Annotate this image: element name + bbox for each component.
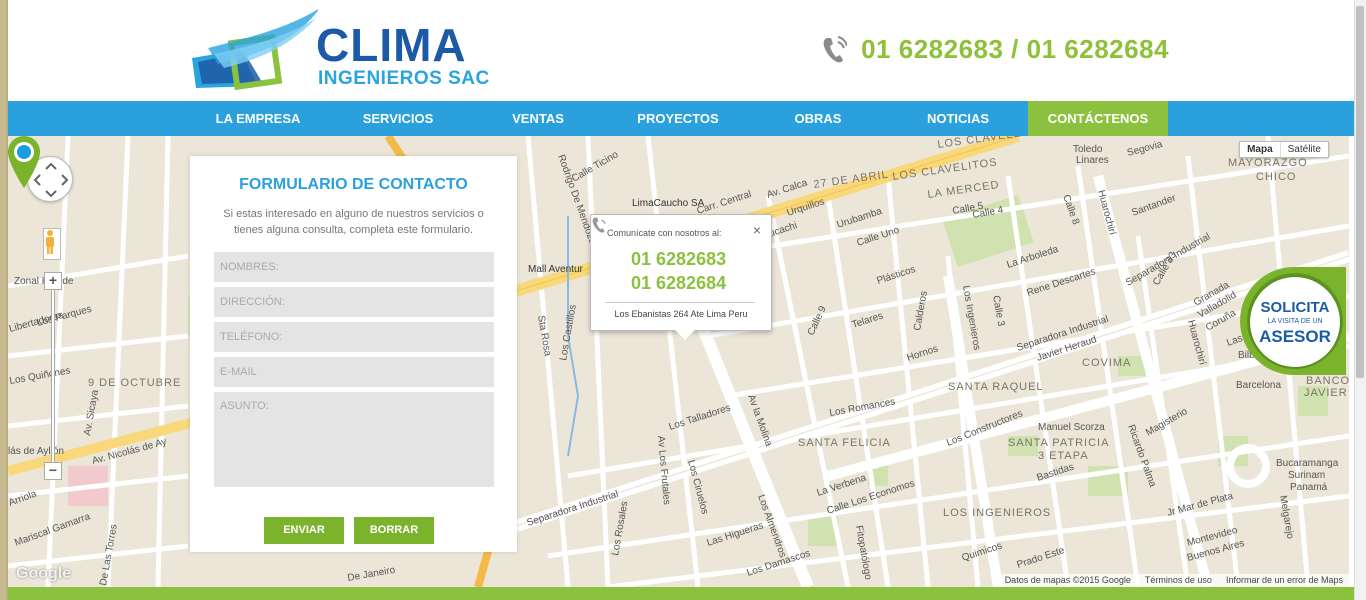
map-label: CHICO <box>1256 171 1296 183</box>
logo-mark-icon <box>192 9 318 91</box>
map-label: Santander <box>1130 192 1178 218</box>
close-icon[interactable]: × <box>753 222 761 238</box>
contact-form: FORMULARIO DE CONTACTO Si estas interesa… <box>190 156 517 552</box>
map-label: COVIMA <box>1082 357 1131 369</box>
phone-icon <box>823 35 848 62</box>
map-terms-link[interactable]: Términos de uso <box>1145 575 1212 586</box>
map-label: Huarochirí <box>1095 189 1118 237</box>
map-data-credit: Datos de mapas ©2015 Google <box>1004 575 1131 585</box>
form-description: Si estas interesado en alguno de nuestro… <box>223 208 484 236</box>
zoom-control: + − <box>44 272 62 490</box>
info-window-phone-1: 01 6282683 <box>631 249 727 269</box>
map-label: Sta Rosa <box>535 315 553 358</box>
name-field[interactable]: NOMBRES: <box>214 252 494 282</box>
map-label: Telares <box>851 310 885 330</box>
map-label: Av Los Frutales <box>655 435 672 505</box>
google-logo: Google <box>16 565 72 582</box>
nav-item-servicios[interactable]: SERVICIOS <box>328 101 468 136</box>
map-label: Barcelona <box>1236 380 1281 391</box>
badge-line-3: ASESOR <box>1259 327 1331 346</box>
send-button[interactable]: ENVIAR <box>264 517 344 544</box>
badge-inner: SOLICITA LA VISITA DE UN ASESOR <box>1250 277 1340 367</box>
map-label: MAYORAZGO <box>1228 157 1308 169</box>
map-label: Segovia <box>1126 139 1164 159</box>
nav-item-contactenos[interactable]: CONTÁCTENOS <box>1028 101 1168 136</box>
map-label: Los Rosales <box>610 500 630 556</box>
map-label: SANTA RAQUEL <box>948 381 1044 393</box>
zoom-in-button[interactable]: + <box>44 272 62 290</box>
map-label: Prado Este <box>1016 545 1067 571</box>
map-label: SANTA PATRICIA <box>1008 437 1109 449</box>
map-label: LOS INGENIEROS <box>943 507 1051 519</box>
nav-item-noticias[interactable]: NOTICIAS <box>888 101 1028 136</box>
info-window-address: Los Ebanistas 264 Ate Lima Peru <box>614 309 748 319</box>
phone-icon <box>592 217 606 233</box>
map[interactable]: Carr. Central Separadora Industrial Sepa… <box>8 136 1349 587</box>
map-label: 3 ETAPA <box>1038 450 1089 462</box>
page-scrollbar[interactable] <box>1354 0 1366 600</box>
pegman-icon <box>46 230 54 254</box>
map-label: Linares <box>1076 155 1109 166</box>
header-phone: 01 6282683 / 01 6282684 <box>821 34 1169 65</box>
scrollbar-thumb[interactable] <box>1356 6 1364 378</box>
map-label: De Janeiro <box>347 565 397 584</box>
zoom-slider[interactable] <box>51 290 55 462</box>
map-label: JAVIER <box>1304 387 1348 399</box>
phone-field[interactable]: TELÉFONO: <box>214 322 494 352</box>
badge-line-1: SOLICITA <box>1260 299 1330 316</box>
logo-subtitle: INGENIEROS SAC <box>318 68 490 89</box>
map-label: Rene Descartes <box>1026 266 1098 299</box>
logo-name: CLIMA <box>316 19 467 71</box>
map-label: Urubamba <box>836 206 884 231</box>
map-label: SANTA FELICIA <box>798 437 891 449</box>
map-label: LimaCaucho SA <box>632 198 705 209</box>
map-label: Los Castillos <box>558 304 579 362</box>
footer-bar <box>8 587 1359 600</box>
nav-item-la-empresa[interactable]: LA EMPRESA <box>188 101 328 136</box>
logo[interactable]: CLIMA INGENIEROS SAC <box>188 8 508 96</box>
info-window-divider <box>605 302 755 303</box>
zoom-out-button[interactable]: − <box>44 462 62 480</box>
subject-textarea[interactable]: ASUNTO: <box>214 392 494 487</box>
map-label: LA MERCED <box>927 179 1001 201</box>
map-label: Surinam <box>1288 470 1325 481</box>
nav-item-proyectos[interactable]: PROYECTOS <box>608 101 748 136</box>
form-title: FORMULARIO DE CONTACTO <box>239 176 468 193</box>
street-view-pegman[interactable] <box>43 228 61 260</box>
badge-line-2: LA VISITA DE UN <box>1267 318 1323 325</box>
map-label: BANCO <box>1306 375 1349 387</box>
map-label: Bucaramanga <box>1276 458 1339 469</box>
map-label: 9 DE OCTUBRE <box>88 377 181 389</box>
map-type-map-button[interactable]: Mapa <box>1240 142 1281 157</box>
map-label: Calle Ticino <box>570 149 621 185</box>
map-label: Calle 3 <box>990 295 1006 328</box>
map-label: Las Higueras <box>706 520 765 549</box>
page: CLIMA INGENIEROS SAC 01 6282683 / 01 628… <box>6 0 1359 600</box>
header: CLIMA INGENIEROS SAC 01 6282683 / 01 628… <box>8 0 1359 101</box>
map-type-satellite-button[interactable]: Satélite <box>1281 142 1328 157</box>
map-info-window: Comunícate con nosotros al: × 01 6282683… <box>590 214 772 340</box>
map-label: Calderos <box>912 290 930 331</box>
nav-item-obras[interactable]: OBRAS <box>748 101 888 136</box>
map-attribution: Datos de mapas ©2015 Google Términos de … <box>998 574 1349 587</box>
map-label: Av. Sicaya <box>82 389 101 437</box>
solicita-asesor-badge[interactable]: SOLICITA LA VISITA DE UN ASESOR <box>1240 267 1346 375</box>
map-report-link[interactable]: Informar de un error de Maps <box>1226 575 1343 586</box>
nav-item-ventas[interactable]: VENTAS <box>468 101 608 136</box>
map-label: Panamá <box>1290 482 1328 493</box>
map-marker-icon[interactable] <box>8 136 40 188</box>
main-nav: LA EMPRESA SERVICIOS VENTAS PROYECTOS OB… <box>8 101 1359 136</box>
map-type-control: Mapa Satélite <box>1239 141 1329 158</box>
map-label: Toledo <box>1073 144 1103 155</box>
clear-button[interactable]: BORRAR <box>354 517 434 544</box>
map-label: Arriola <box>8 488 39 508</box>
address-field[interactable]: DIRECCIÓN: <box>214 287 494 317</box>
header-phone-numbers: 01 6282683 / 01 6282684 <box>861 34 1169 64</box>
info-window-phone-2: 01 6282684 <box>631 273 727 293</box>
email-field[interactable]: E-MAIL <box>214 357 494 387</box>
map-label: Mall Aventur <box>528 264 584 275</box>
info-window-heading: Comunícate con nosotros al: <box>607 228 722 238</box>
map-label: Manuel Scorza <box>1038 422 1105 433</box>
